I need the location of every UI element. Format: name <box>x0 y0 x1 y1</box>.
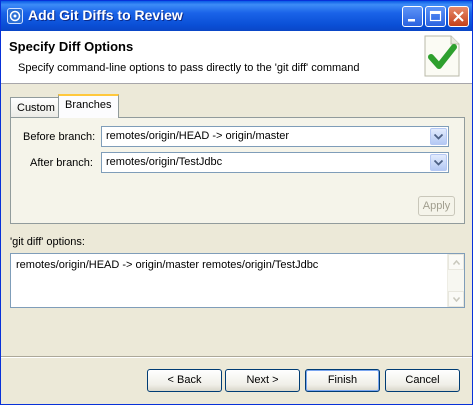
checkmark-document-icon <box>421 33 463 79</box>
scroll-down-icon[interactable] <box>448 291 464 307</box>
close-button[interactable] <box>448 6 469 27</box>
wizard-header: Specify Diff Options Specify command-lin… <box>1 31 472 84</box>
git-diff-options-field[interactable]: remotes/origin/HEAD -> origin/master rem… <box>10 253 465 308</box>
dialog-window: Add Git Diffs to Review Specify Diff Opt… <box>0 0 473 405</box>
finish-button[interactable]: Finish <box>305 369 380 392</box>
git-diff-options-value: remotes/origin/HEAD -> origin/master rem… <box>16 259 319 271</box>
apply-button[interactable]: Apply <box>418 196 455 216</box>
tab-branches[interactable]: Branches <box>58 94 119 118</box>
page-title: Specify Diff Options <box>9 39 134 54</box>
page-description: Specify command-line options to pass dir… <box>18 62 360 74</box>
footer-divider <box>1 356 472 358</box>
window-title: Add Git Diffs to Review <box>28 7 183 23</box>
git-diff-options-label: 'git diff' options: <box>10 236 85 248</box>
app-icon <box>7 8 23 24</box>
chevron-down-icon[interactable] <box>430 154 447 171</box>
after-branch-label: After branch: <box>30 157 93 169</box>
before-branch-select[interactable]: remotes/origin/HEAD -> origin/master <box>101 126 449 147</box>
chevron-down-icon[interactable] <box>430 128 447 145</box>
minimize-button[interactable] <box>402 6 423 27</box>
before-branch-value: remotes/origin/HEAD -> origin/master <box>106 130 290 142</box>
tab-custom[interactable]: Custom <box>10 97 59 117</box>
tab-branches-label: Branches <box>65 99 112 111</box>
next-button[interactable]: Next > <box>225 369 300 392</box>
cancel-button[interactable]: Cancel <box>385 369 460 392</box>
maximize-button[interactable] <box>425 6 446 27</box>
title-bar[interactable]: Add Git Diffs to Review <box>1 1 472 31</box>
tab-custom-label: Custom <box>17 102 55 114</box>
after-branch-value: remotes/origin/TestJdbc <box>106 156 223 168</box>
after-branch-select[interactable]: remotes/origin/TestJdbc <box>101 152 449 173</box>
back-button[interactable]: < Back <box>147 369 222 392</box>
vertical-scrollbar[interactable] <box>447 254 464 307</box>
scroll-up-icon[interactable] <box>448 254 464 270</box>
before-branch-label: Before branch: <box>23 131 96 143</box>
